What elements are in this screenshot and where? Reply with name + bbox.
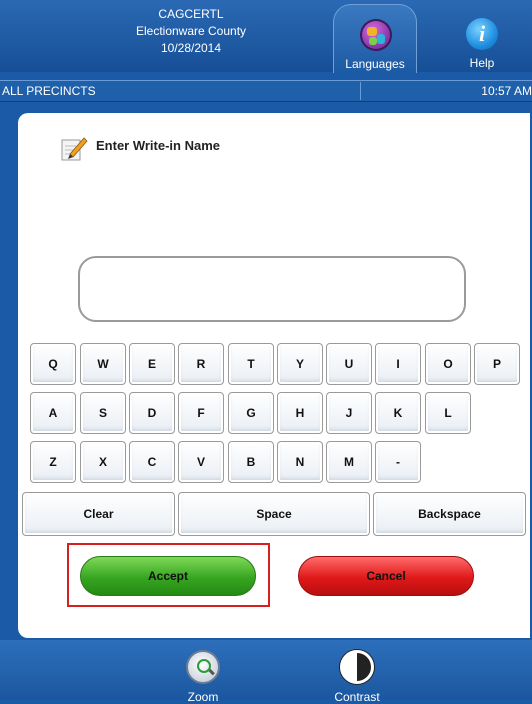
key-g[interactable]: G [228, 392, 274, 434]
status-bar: ALL PRECINCTS 10:57 AM [0, 80, 532, 102]
zoom-label: Zoom [187, 690, 219, 704]
header-bar: CAGCERTL Electionware County 10/28/2014 … [0, 0, 532, 73]
key-c[interactable]: C [129, 441, 175, 483]
zoom-button[interactable]: Zoom [158, 646, 248, 704]
clock: 10:57 AM [481, 84, 532, 98]
key-y[interactable]: Y [277, 343, 323, 385]
key-h[interactable]: H [277, 392, 323, 434]
key-l[interactable]: L [425, 392, 471, 434]
key-i[interactable]: I [375, 343, 421, 385]
languages-button[interactable]: Languages [333, 4, 417, 73]
key-p[interactable]: P [474, 343, 520, 385]
key-o[interactable]: O [425, 343, 471, 385]
key-r[interactable]: R [178, 343, 224, 385]
contrast-button[interactable]: Contrast [312, 646, 402, 704]
backspace-key[interactable]: Backspace [373, 492, 526, 536]
key-a[interactable]: A [30, 392, 76, 434]
status-divider [360, 82, 361, 100]
globe-icon [360, 19, 392, 51]
footer-bar: Zoom Contrast [0, 640, 532, 704]
key-m[interactable]: M [326, 441, 372, 483]
magnifier-icon [186, 650, 220, 684]
key-n[interactable]: N [277, 441, 323, 483]
key-f[interactable]: F [178, 392, 224, 434]
contrast-label: Contrast [334, 690, 380, 704]
contrast-icon [340, 650, 374, 684]
key-v[interactable]: V [178, 441, 224, 483]
help-label: Help [469, 56, 495, 70]
key-u[interactable]: U [326, 343, 372, 385]
help-button[interactable]: i Help [450, 4, 514, 72]
key-t[interactable]: T [228, 343, 274, 385]
space-key[interactable]: Space [178, 492, 370, 536]
info-icon: i [466, 18, 498, 50]
key-j[interactable]: J [326, 392, 372, 434]
pencil-icon [61, 137, 88, 161]
key-x[interactable]: X [80, 441, 126, 483]
key-hyphen[interactable]: - [375, 441, 421, 483]
clear-key[interactable]: Clear [22, 492, 175, 536]
key-k[interactable]: K [375, 392, 421, 434]
key-q[interactable]: Q [30, 343, 76, 385]
key-s[interactable]: S [80, 392, 126, 434]
key-w[interactable]: W [80, 343, 126, 385]
key-z[interactable]: Z [30, 441, 76, 483]
instruction-text: Enter Write-in Name [96, 138, 221, 153]
write-in-name-input[interactable] [78, 256, 466, 322]
precinct-status: ALL PRECINCTS [2, 84, 96, 98]
languages-label: Languages [345, 57, 405, 71]
cancel-button[interactable]: Cancel [298, 556, 474, 596]
key-d[interactable]: D [129, 392, 175, 434]
key-b[interactable]: B [228, 441, 274, 483]
key-e[interactable]: E [129, 343, 175, 385]
accept-button[interactable]: Accept [80, 556, 256, 596]
